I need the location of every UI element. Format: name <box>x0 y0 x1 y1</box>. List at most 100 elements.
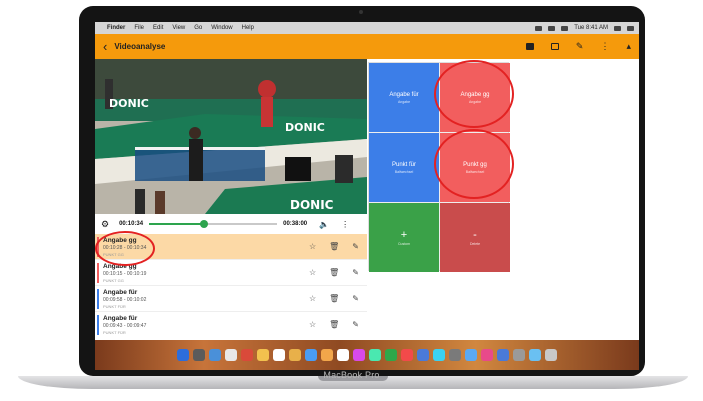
fullscreen-icon[interactable] <box>550 43 559 50</box>
star-icon[interactable]: ☆ <box>309 320 316 329</box>
video-frame: DONIC DONIC DONIC <box>95 59 367 214</box>
star-icon[interactable]: ☆ <box>309 294 316 303</box>
menu-edit[interactable]: Edit <box>153 25 163 31</box>
dock-app-icon[interactable] <box>241 349 253 361</box>
stage: Finder File Edit View Go Window Help Tue… <box>0 0 703 401</box>
edit-icon[interactable]: ✎ <box>352 320 359 329</box>
menu-help[interactable]: Help <box>242 25 254 31</box>
seek-bar[interactable] <box>149 220 278 228</box>
dock-app-icon[interactable] <box>305 349 317 361</box>
laptop-screen: Finder File Edit View Go Window Help Tue… <box>95 22 639 370</box>
current-time: 00:10:34 <box>119 221 144 227</box>
event-actions: ☆ 🗑 ✎ <box>309 242 359 251</box>
dock-app-icon[interactable] <box>337 349 349 361</box>
airplay-icon[interactable] <box>548 25 556 31</box>
annotation-circle <box>434 129 514 199</box>
event-color-bar <box>97 263 99 283</box>
list-item[interactable]: Angabe für 00:09:58 - 00:10:02 PUNKT FÜR ☆ 🗑… <box>95 286 367 312</box>
seek-progress <box>149 223 205 225</box>
wifi-icon[interactable] <box>535 25 543 31</box>
camera <box>359 10 363 14</box>
dock-app-icon[interactable] <box>529 349 541 361</box>
collapse-icon[interactable]: ▴ <box>626 41 631 52</box>
mac-menu-bar: Finder File Edit View Go Window Help Tue… <box>95 22 639 34</box>
delete-icon[interactable]: 🗑 <box>329 268 339 277</box>
tile-label: Custom <box>397 241 411 246</box>
delete-icon[interactable]: 🗑 <box>329 294 339 303</box>
dock-app-icon[interactable] <box>545 349 557 361</box>
settings-icon[interactable]: ⚙ <box>101 219 109 230</box>
tile-sublabel: Ballwechsel <box>394 169 414 174</box>
dock-app-icon[interactable] <box>177 349 189 361</box>
clock[interactable]: Tue 8:41 AM <box>574 25 608 31</box>
event-actions: ☆ 🗑 ✎ <box>309 320 359 329</box>
star-icon[interactable]: ☆ <box>309 242 316 251</box>
edit-icon[interactable]: ✎ <box>352 242 359 251</box>
dock-app-icon[interactable] <box>193 349 205 361</box>
dock-app-icon[interactable] <box>433 349 445 361</box>
annotation-circle <box>434 60 514 128</box>
dock-app-icon[interactable] <box>481 349 493 361</box>
list-item[interactable]: Angabe für 00:09:43 - 00:09:47 PUNKT FÜR ☆ 🗑… <box>95 312 367 337</box>
event-color-bar <box>97 315 99 335</box>
event-tag: PUNKT FÜR <box>103 304 126 309</box>
menu-view[interactable]: View <box>172 25 185 31</box>
dock-app-icon[interactable] <box>401 349 413 361</box>
dock-app-icon[interactable] <box>449 349 461 361</box>
dock-app-icon[interactable] <box>513 349 525 361</box>
sponsor-banner-3: DONIC <box>290 198 334 212</box>
dock-app-icon[interactable] <box>257 349 269 361</box>
menu-go[interactable]: Go <box>194 25 202 31</box>
dock-app-icon[interactable] <box>321 349 333 361</box>
dock-app-icon[interactable] <box>289 349 301 361</box>
edit-icon[interactable]: ✎ <box>576 41 584 52</box>
tile-label: Delete <box>469 241 481 246</box>
page-title: Videoanalyse <box>114 42 166 51</box>
event-tag: PUNKT GG <box>103 278 124 283</box>
total-time: 00:38:00 <box>283 221 308 227</box>
sponsor-banner-2: DONIC <box>285 121 325 134</box>
spotlight-icon[interactable] <box>614 25 621 31</box>
annotation-circle <box>95 231 155 266</box>
dock-app-icon[interactable] <box>353 349 365 361</box>
dock-app-icon[interactable] <box>225 349 237 361</box>
dock-app-icon[interactable] <box>417 349 429 361</box>
tile-symbol: - <box>473 228 477 241</box>
tile-sublabel: Angabe <box>397 99 411 104</box>
app-bar-actions: ✎ ⋮ ▴ <box>525 41 631 52</box>
seek-handle[interactable] <box>200 220 209 228</box>
dock-app-icon[interactable] <box>497 349 509 361</box>
tile-button[interactable]: Punkt für Ballwechsel <box>369 133 439 202</box>
menu-finder[interactable]: Finder <box>107 25 125 31</box>
more-vertical-icon[interactable]: ⋮ <box>341 220 349 229</box>
tile-symbol: + <box>400 228 408 241</box>
tile-button[interactable]: Angabe für Angabe <box>369 63 439 132</box>
delete-icon[interactable]: 🗑 <box>329 242 339 251</box>
dock-app-icon[interactable] <box>465 349 477 361</box>
laptop-model-label: MacBook Pro <box>323 370 380 380</box>
star-icon[interactable]: ☆ <box>309 268 316 277</box>
menu-file[interactable]: File <box>134 25 144 31</box>
more-vertical-icon[interactable]: ⋮ <box>600 41 609 52</box>
dock-app-icon[interactable] <box>385 349 397 361</box>
mac-dock <box>95 340 639 370</box>
volume-icon[interactable]: 🔈 <box>319 220 329 229</box>
sponsor-banner-1: DONIC <box>109 97 149 110</box>
tile-button[interactable]: - Delete <box>440 203 510 272</box>
dock-app-icon[interactable] <box>369 349 381 361</box>
battery-icon[interactable] <box>561 25 569 31</box>
menu-window[interactable]: Window <box>211 25 232 31</box>
notification-icon[interactable] <box>627 25 634 31</box>
edit-icon[interactable]: ✎ <box>352 294 359 303</box>
edit-icon[interactable]: ✎ <box>352 268 359 277</box>
save-icon[interactable] <box>525 43 534 50</box>
app-bar: ‹ Videoanalyse ✎ ⋮ ▴ <box>95 34 639 59</box>
video-controls: ⚙ 00:10:34 00:38:00 🔈 ⋮ <box>95 214 367 234</box>
video-player[interactable]: DONIC DONIC DONIC <box>95 59 367 214</box>
dock-app-icon[interactable] <box>273 349 285 361</box>
tile-button[interactable]: + Custom <box>369 203 439 272</box>
dock-app-icon[interactable] <box>209 349 221 361</box>
tile-label: Punkt für <box>391 161 416 168</box>
back-icon[interactable]: ‹ <box>103 39 107 54</box>
delete-icon[interactable]: 🗑 <box>329 320 339 329</box>
